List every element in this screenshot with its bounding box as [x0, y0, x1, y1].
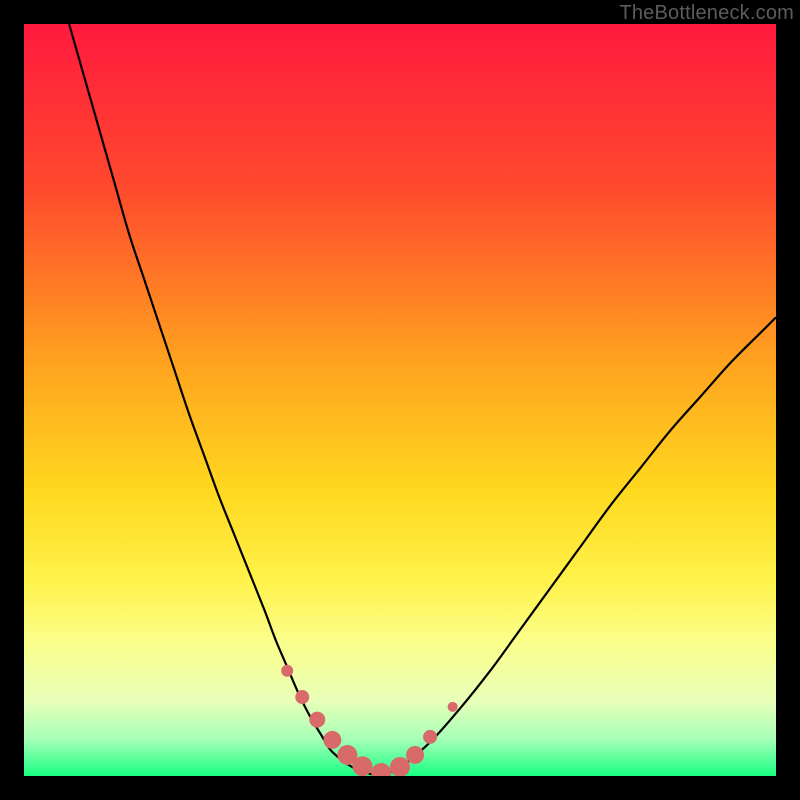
- highlight-dot: [406, 746, 424, 764]
- plot-area: [24, 24, 776, 776]
- watermark-label: TheBottleneck.com: [619, 2, 794, 25]
- highlight-dot: [448, 702, 458, 712]
- highlight-dot: [281, 665, 293, 677]
- gradient-background: [24, 24, 776, 776]
- bottleneck-chart: [24, 24, 776, 776]
- highlight-dot: [309, 712, 325, 728]
- highlight-dot: [352, 756, 372, 776]
- highlight-dot: [423, 730, 437, 744]
- highlight-dot: [295, 690, 309, 704]
- chart-frame: TheBottleneck.com: [0, 0, 800, 800]
- highlight-dot: [323, 731, 341, 749]
